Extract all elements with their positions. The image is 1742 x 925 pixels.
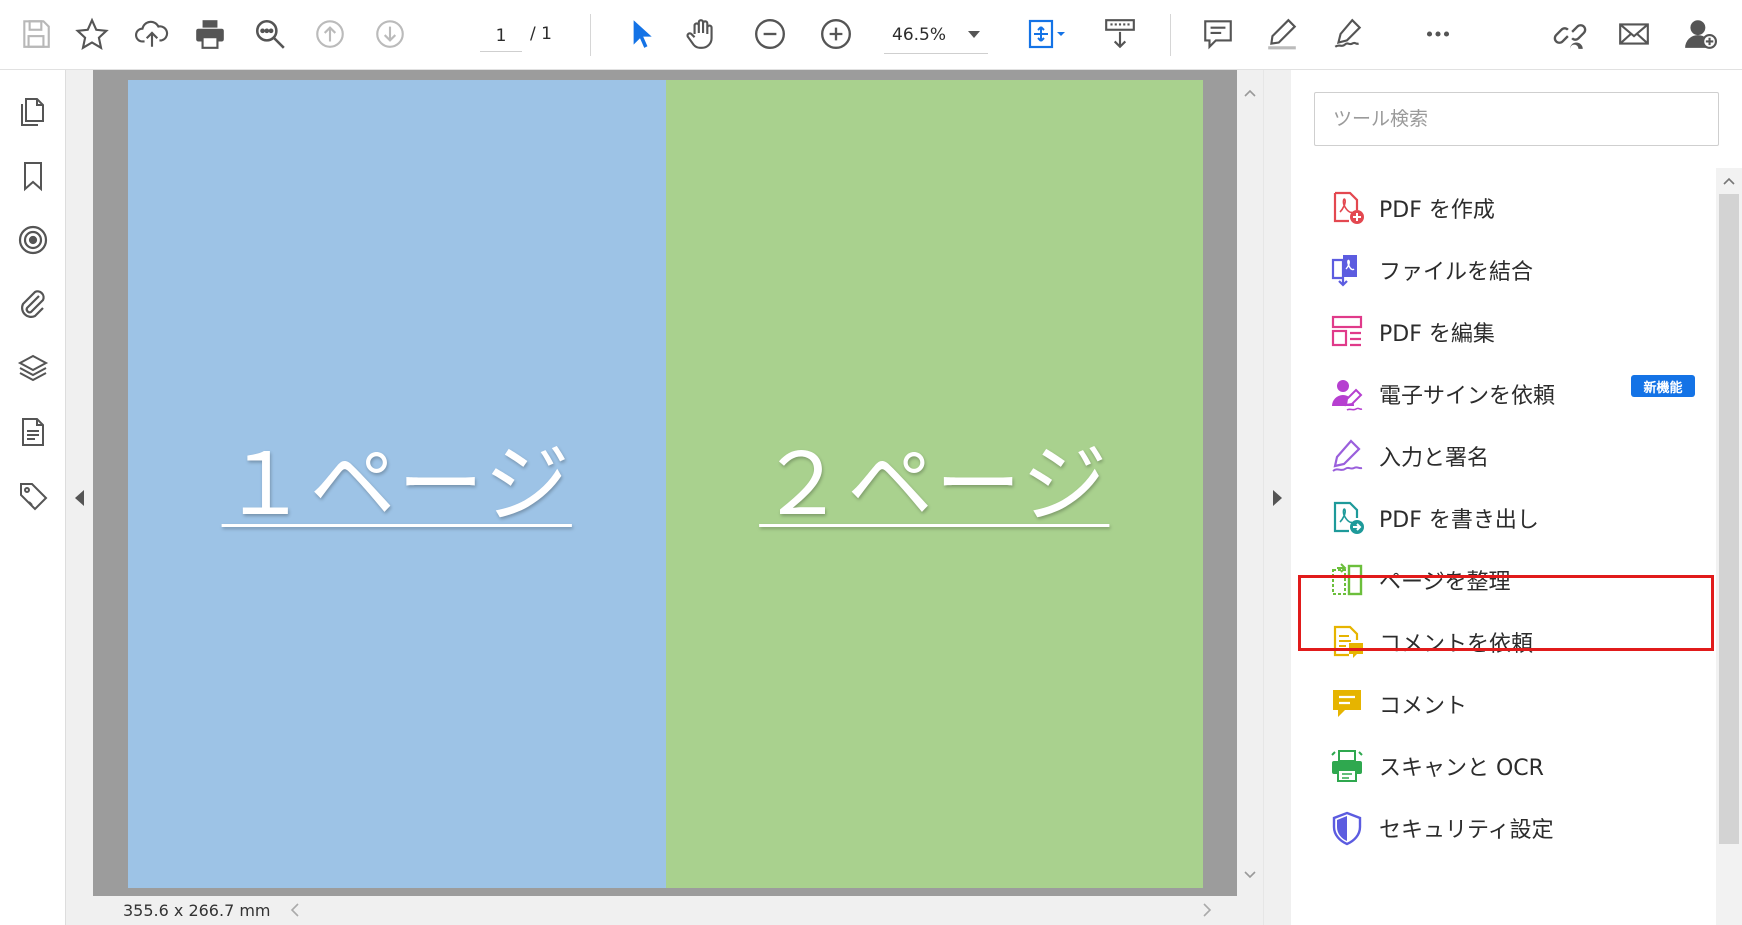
scan-ocr-icon	[1331, 750, 1363, 782]
comment-tool-icon	[1333, 690, 1361, 717]
select-arrow-icon[interactable]	[618, 12, 662, 56]
tool-edit-pdf[interactable]: PDF を編集	[1329, 304, 1709, 360]
tool-label: ページを整理	[1379, 570, 1511, 595]
tool-label: PDF を作成	[1379, 198, 1495, 223]
page-down-icon[interactable]	[368, 12, 412, 56]
collapse-left-pane-button[interactable]	[66, 70, 93, 925]
document-icon[interactable]	[13, 412, 53, 452]
scroll-mode-icon[interactable]	[1098, 12, 1142, 56]
tool-organize-pages[interactable]: ページを整理	[1329, 552, 1709, 608]
zoom-dropdown[interactable]: 46.5%	[884, 16, 988, 54]
tool-export-pdf[interactable]: PDF を書き出し	[1329, 490, 1709, 546]
combine-files-icon	[1331, 255, 1357, 287]
request-comment-icon	[1333, 625, 1363, 658]
document-viewport[interactable]: １ページ ２ページ	[93, 70, 1237, 896]
target-icon[interactable]	[13, 220, 53, 260]
tool-label: PDF を編集	[1379, 322, 1495, 347]
search-zoom-icon[interactable]	[248, 12, 292, 56]
share-link-icon[interactable]	[1548, 12, 1592, 56]
sign-pen-icon[interactable]	[1326, 12, 1370, 56]
tool-security[interactable]: セキュリティ設定	[1329, 800, 1709, 856]
print-icon[interactable]	[188, 12, 232, 56]
tool-scan-ocr[interactable]: スキャンと OCR	[1329, 738, 1709, 794]
page-total-label: / 1	[530, 24, 552, 44]
highlight-pen-icon[interactable]	[1260, 12, 1304, 56]
fit-page-icon[interactable]	[1020, 12, 1076, 56]
export-pdf-icon	[1333, 501, 1364, 534]
chevron-down-icon	[968, 31, 980, 38]
organize-pages-icon	[1332, 563, 1363, 596]
add-user-icon[interactable]	[1678, 12, 1722, 56]
cloud-upload-icon[interactable]	[130, 12, 174, 56]
page1-heading: １ページ	[221, 435, 572, 535]
status-bar: 355.6 x 266.7 mm	[93, 896, 1263, 925]
pages-icon[interactable]	[13, 92, 53, 132]
more-icon[interactable]	[1416, 12, 1460, 56]
main-toolbar: / 1 46.5%	[0, 0, 1742, 70]
star-icon[interactable]	[70, 12, 114, 56]
tool-label: PDF を書き出し	[1379, 508, 1539, 533]
tool-label: コメントを依頼	[1379, 632, 1534, 657]
create-pdf-icon	[1333, 191, 1364, 224]
edit-pdf-icon	[1331, 315, 1363, 347]
tool-request-comments[interactable]: コメントを依頼	[1329, 614, 1709, 670]
tool-fill-sign[interactable]: 入力と署名	[1329, 428, 1709, 484]
toolbar-divider	[1170, 14, 1171, 56]
security-icon	[1332, 811, 1362, 846]
layers-icon[interactable]	[13, 348, 53, 388]
horizontal-scrollbar[interactable]	[286, 898, 1216, 922]
collapse-right-pane-button[interactable]	[1263, 70, 1291, 925]
scroll-up-icon[interactable]	[1722, 174, 1736, 188]
scroll-up-icon[interactable]	[1243, 86, 1257, 100]
bookmark-icon[interactable]	[13, 156, 53, 196]
scrollbar-thumb[interactable]	[1719, 194, 1739, 844]
tools-pane: PDF を作成 ファイルを結合 PDF を編集 電子サインを依頼 入力と署名 P…	[1291, 70, 1742, 925]
save-icon[interactable]	[14, 12, 58, 56]
tool-label: 電子サインを依頼	[1379, 384, 1556, 409]
pdf-page: １ページ ２ページ	[128, 80, 1203, 888]
triangle-right-icon	[1273, 489, 1282, 506]
toolbar-divider	[590, 14, 591, 56]
tool-label: コメント	[1379, 694, 1468, 719]
page-up-icon[interactable]	[308, 12, 352, 56]
triangle-left-icon	[75, 489, 84, 506]
vertical-scrollbar[interactable]	[1237, 70, 1263, 896]
zoom-out-icon[interactable]	[748, 12, 792, 56]
tag-icon[interactable]	[13, 476, 53, 516]
left-navigation-pane	[0, 70, 66, 925]
page-number-input[interactable]	[480, 20, 522, 52]
tool-search-input[interactable]	[1314, 92, 1719, 146]
comment-icon[interactable]	[1196, 12, 1240, 56]
tool-label: 入力と署名	[1379, 446, 1490, 471]
tool-label: セキュリティ設定	[1379, 818, 1554, 843]
page-size-label: 355.6 x 266.7 mm	[123, 901, 271, 920]
request-signature-icon	[1332, 380, 1363, 411]
email-icon[interactable]	[1612, 12, 1656, 56]
hand-icon[interactable]	[680, 12, 724, 56]
page-right-half: ２ページ	[665, 80, 1203, 888]
attachment-icon[interactable]	[13, 284, 53, 324]
zoom-value: 46.5%	[892, 24, 947, 45]
page-left-half: １ページ	[128, 80, 666, 888]
new-feature-badge: 新機能	[1631, 375, 1695, 397]
tools-pane-scrollbar[interactable]	[1716, 168, 1742, 925]
scroll-down-icon[interactable]	[1243, 868, 1257, 882]
tool-label: スキャンと OCR	[1379, 756, 1544, 781]
tool-label: ファイルを結合	[1379, 260, 1534, 285]
tool-comment[interactable]: コメント	[1329, 676, 1709, 732]
page2-heading: ２ページ	[759, 435, 1110, 535]
fill-sign-icon	[1332, 439, 1363, 472]
tool-combine-files[interactable]: ファイルを結合	[1329, 242, 1709, 298]
zoom-in-icon[interactable]	[814, 12, 858, 56]
tool-create-pdf[interactable]: PDF を作成	[1329, 180, 1709, 236]
